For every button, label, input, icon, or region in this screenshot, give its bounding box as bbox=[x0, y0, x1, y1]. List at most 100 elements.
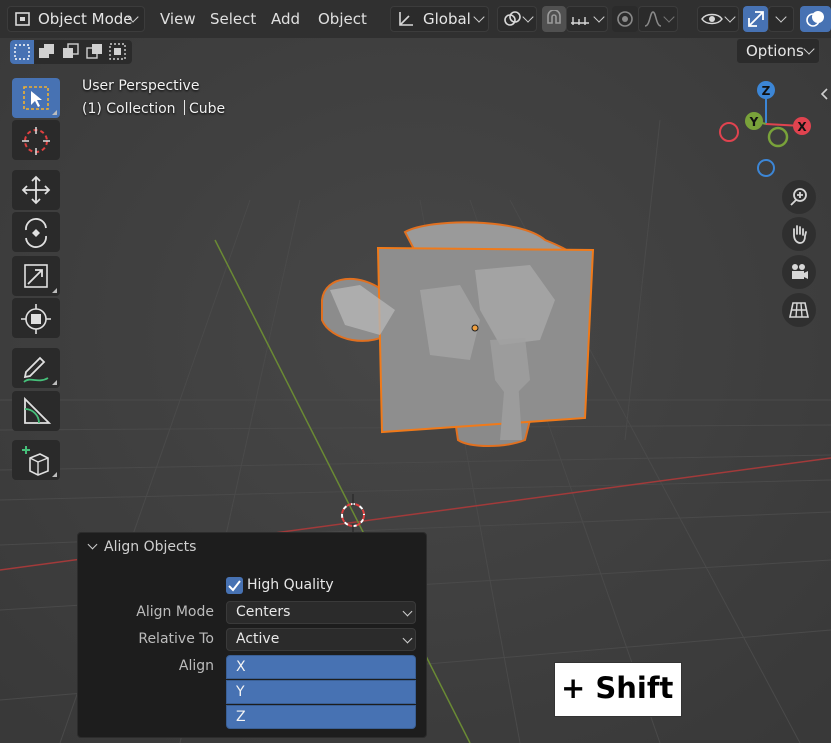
proportional-edit-toggle[interactable] bbox=[612, 6, 638, 32]
align-y-label: Y bbox=[236, 684, 245, 700]
align-x-toggle[interactable]: X bbox=[226, 655, 416, 679]
select-intersect-icon bbox=[109, 43, 126, 60]
menu-object[interactable]: Object bbox=[318, 6, 367, 32]
snap-increment-icon bbox=[571, 17, 589, 25]
sidebar-toggle-icon[interactable] bbox=[818, 86, 830, 102]
align-z-label: Z bbox=[236, 709, 246, 725]
viewport-header: Object Mode View Select Add Object Globa… bbox=[0, 0, 831, 38]
tool-variant-indicator bbox=[52, 288, 57, 293]
panel-title: Align Objects bbox=[104, 539, 197, 555]
eye-icon bbox=[701, 13, 723, 25]
chevron-down-icon bbox=[775, 11, 787, 23]
pan-button[interactable] bbox=[782, 217, 816, 251]
select-intersect-button[interactable] bbox=[106, 40, 130, 64]
chevron-down-icon bbox=[593, 11, 605, 23]
align-objects-panel: Align Objects High Quality Align Mode Ce… bbox=[77, 532, 427, 738]
chevron-down-icon bbox=[402, 633, 413, 644]
tool-measure[interactable] bbox=[12, 391, 60, 431]
visibility-dropdown[interactable] bbox=[697, 6, 739, 32]
tool-rotate[interactable] bbox=[12, 212, 60, 252]
proportional-edit-icon bbox=[617, 11, 633, 27]
collection-name: (1) Collection bbox=[82, 101, 176, 117]
grid-icon bbox=[789, 302, 809, 318]
camera-icon bbox=[792, 264, 808, 279]
navigation-gizmo[interactable]: Z X Y bbox=[712, 78, 822, 183]
gizmo-dropdown[interactable] bbox=[768, 6, 794, 32]
zoom-icon bbox=[790, 188, 807, 206]
pivot-point-icon bbox=[504, 11, 521, 26]
select-mode-group bbox=[10, 40, 132, 64]
snap-target-dropdown[interactable] bbox=[566, 6, 608, 32]
transform-orientation-icon bbox=[399, 12, 413, 26]
select-invert-button[interactable] bbox=[82, 40, 106, 64]
active-object-name: Cube bbox=[188, 101, 226, 117]
gizmo-y-label: Y bbox=[749, 115, 759, 129]
select-new-button[interactable] bbox=[10, 40, 34, 64]
key-hint-box: + Shift bbox=[554, 662, 682, 717]
select-extend-icon bbox=[39, 44, 54, 58]
tool-move[interactable] bbox=[12, 170, 60, 210]
gizmo-icon bbox=[748, 11, 764, 27]
falloff-dropdown[interactable] bbox=[638, 6, 678, 32]
tool-variant-indicator bbox=[52, 472, 57, 477]
panel-header[interactable]: Align Objects bbox=[78, 533, 426, 563]
chevron-down-icon bbox=[522, 11, 534, 23]
falloff-curve-icon bbox=[644, 11, 662, 27]
pivot-dropdown[interactable] bbox=[497, 6, 537, 32]
menu-view[interactable]: View bbox=[160, 6, 196, 32]
tool-select-box[interactable] bbox=[12, 78, 60, 118]
gizmo-toggle[interactable] bbox=[743, 6, 768, 32]
move-icon bbox=[21, 175, 51, 205]
view-name: User Perspective bbox=[82, 78, 200, 94]
align-x-label: X bbox=[236, 659, 246, 675]
align-z-toggle[interactable]: Z bbox=[226, 705, 416, 729]
tool-cursor[interactable] bbox=[12, 120, 60, 160]
annotate-icon bbox=[23, 356, 49, 383]
select-invert-icon bbox=[86, 44, 102, 59]
align-label: Align bbox=[178, 658, 214, 674]
zoom-button[interactable] bbox=[782, 180, 816, 214]
object-mode-icon bbox=[15, 12, 30, 26]
add-cube-icon bbox=[22, 446, 49, 476]
menu-select[interactable]: Select bbox=[210, 6, 256, 32]
select-subtract-button[interactable] bbox=[58, 40, 82, 64]
relative-to-select[interactable]: Active bbox=[226, 628, 416, 651]
align-y-toggle[interactable]: Y bbox=[226, 680, 416, 704]
chevron-down-icon bbox=[473, 11, 485, 23]
select-new-icon bbox=[14, 44, 30, 60]
align-mode-value: Centers bbox=[236, 604, 291, 620]
scale-icon bbox=[24, 264, 48, 288]
snap-toggle[interactable] bbox=[542, 6, 566, 32]
checkmark-icon bbox=[228, 580, 241, 592]
tool-variant-indicator bbox=[52, 380, 57, 385]
gizmo-x-label: X bbox=[797, 120, 807, 134]
options-dropdown[interactable]: Options bbox=[736, 38, 820, 64]
orientation-dropdown[interactable]: Global bbox=[390, 6, 489, 32]
overlays-icon bbox=[806, 11, 824, 27]
high-quality-checkbox[interactable] bbox=[226, 577, 243, 594]
select-subtract-icon bbox=[63, 43, 79, 58]
select-box-icon bbox=[23, 86, 49, 110]
mode-dropdown[interactable]: Object Mode bbox=[7, 6, 145, 32]
chevron-down-icon bbox=[803, 43, 815, 55]
collection-info: (1) Collection Cube bbox=[82, 100, 225, 117]
blender-window: Object Mode View Select Add Object Globa… bbox=[0, 0, 831, 743]
align-mode-label: Align Mode bbox=[136, 604, 214, 620]
menu-add[interactable]: Add bbox=[271, 6, 300, 32]
overlays-toggle[interactable] bbox=[800, 6, 831, 32]
select-extend-button[interactable] bbox=[34, 40, 58, 64]
tool-scale[interactable] bbox=[12, 256, 60, 296]
align-mode-select[interactable]: Centers bbox=[226, 601, 416, 624]
chevron-down-icon bbox=[663, 11, 675, 23]
tool-transform[interactable] bbox=[12, 298, 60, 338]
transform-icon bbox=[21, 304, 51, 334]
measure-icon bbox=[24, 396, 52, 424]
tool-add-cube[interactable] bbox=[12, 440, 60, 480]
relative-to-label: Relative To bbox=[138, 631, 214, 647]
camera-view-button[interactable] bbox=[782, 255, 816, 289]
chevron-down-icon bbox=[724, 11, 736, 23]
gizmo-z-label: Z bbox=[762, 84, 771, 98]
tool-annotate[interactable] bbox=[12, 348, 60, 388]
ortho-toggle-button[interactable] bbox=[782, 293, 816, 327]
options-label: Options bbox=[746, 42, 804, 60]
